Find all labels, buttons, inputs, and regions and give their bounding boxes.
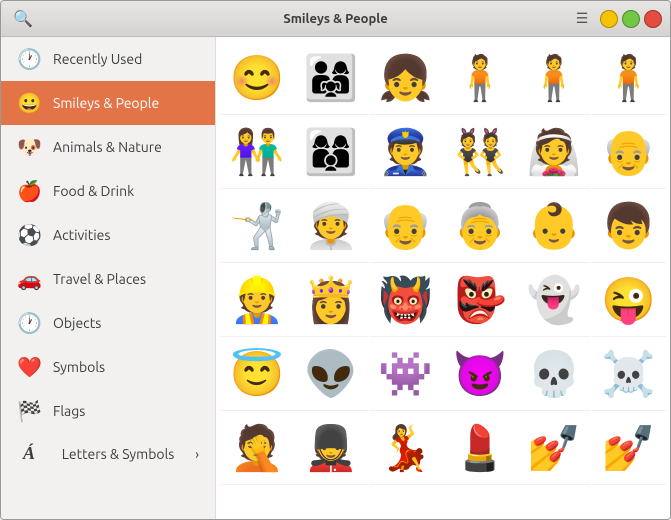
emoji-cell[interactable]: 💂 [294, 411, 368, 485]
food-icon: 🍎 [17, 179, 41, 203]
emoji-cell[interactable]: 😊 [220, 41, 294, 115]
titlebar-controls: ☰ [568, 5, 662, 33]
travel-icon: 🚗 [17, 267, 41, 291]
menu-button[interactable]: ☰ [568, 5, 596, 33]
sidebar-item-animals-nature[interactable]: 🐶 Animals & Nature [1, 125, 215, 169]
main-content: 🕐 Recently Used 😀 Smileys & People 🐶 Ani… [1, 37, 670, 519]
emoji-cell[interactable]: 🤦 [220, 411, 294, 485]
titlebar-left: 🔍 [9, 5, 37, 33]
emoji-cell[interactable]: 👻 [517, 263, 591, 337]
search-button[interactable]: 🔍 [9, 5, 37, 33]
close-button[interactable] [644, 10, 662, 28]
emoji-cell[interactable]: 🧍 [592, 41, 666, 115]
flags-icon: 🏁 [17, 399, 41, 423]
sidebar-item-smileys-people[interactable]: 😀 Smileys & People [1, 81, 215, 125]
emoji-cell[interactable]: 😈 [443, 337, 517, 411]
emoji-cell[interactable]: 😜 [592, 263, 666, 337]
emoji-cell[interactable]: 👴 [592, 115, 666, 189]
sidebar-label: Food & Drink [53, 183, 134, 199]
titlebar: 🔍 Smileys & People ☰ [1, 1, 670, 37]
emoji-cell[interactable]: 👨‍👩‍👧 [294, 41, 368, 115]
sidebar-item-symbols[interactable]: ❤️ Symbols [1, 345, 215, 389]
sidebar-label: Recently Used [53, 51, 142, 67]
animals-icon: 🐶 [17, 135, 41, 159]
emoji-cell[interactable]: 👦 [592, 189, 666, 263]
emoji-cell[interactable]: 👫 [220, 115, 294, 189]
maximize-button[interactable] [622, 10, 640, 28]
emoji-cell[interactable]: 👳 [294, 189, 368, 263]
emoji-cell[interactable]: ☠️ [592, 337, 666, 411]
emoji-cell[interactable]: 🧍 [517, 41, 591, 115]
sidebar-label: Symbols [53, 359, 105, 375]
sidebar-item-objects[interactable]: 🕐 Objects [1, 301, 215, 345]
emoji-cell[interactable]: 👮 [369, 115, 443, 189]
sidebar-item-activities[interactable]: ⚽ Activities [1, 213, 215, 257]
emoji-cell[interactable]: 👽 [294, 337, 368, 411]
emoji-cell[interactable]: 🤺 [220, 189, 294, 263]
emoji-cell[interactable]: 💀 [517, 337, 591, 411]
emoji-cell[interactable]: 😇 [220, 337, 294, 411]
emoji-cell[interactable]: 👴 [369, 189, 443, 263]
emoji-panel[interactable]: 😊 👨‍👩‍👧 👧 🧍 🧍 🧍 👫 👩‍👩‍👦 👮 👯 👰 👴 🤺 👳 👴 👵 [216, 37, 670, 519]
emoji-cell[interactable]: 👺 [443, 263, 517, 337]
letters-icon: Á [17, 443, 41, 464]
sidebar-label: Flags [53, 403, 85, 419]
emoji-cell[interactable]: 👧 [369, 41, 443, 115]
sidebar: 🕐 Recently Used 😀 Smileys & People 🐶 Ani… [1, 37, 216, 519]
emoji-cell[interactable]: 👸 [294, 263, 368, 337]
emoji-cell[interactable]: 👾 [369, 337, 443, 411]
minimize-button[interactable] [600, 10, 618, 28]
emoji-cell[interactable]: 💅 [592, 411, 666, 485]
sidebar-item-food-drink[interactable]: 🍎 Food & Drink [1, 169, 215, 213]
emoji-cell[interactable]: 👰 [517, 115, 591, 189]
emoji-cell[interactable]: 🧍 [443, 41, 517, 115]
emoji-cell[interactable]: 👵 [443, 189, 517, 263]
objects-icon: 🕐 [17, 311, 41, 335]
sidebar-label: Animals & Nature [53, 139, 162, 155]
emoji-cell[interactable]: 👹 [369, 263, 443, 337]
symbols-icon: ❤️ [17, 355, 41, 379]
sidebar-label: Smileys & People [53, 95, 159, 111]
recently-used-icon: 🕐 [17, 47, 41, 71]
sidebar-item-letters-symbols[interactable]: Á Letters & Symbols › [1, 433, 215, 474]
emoji-cell[interactable]: 👶 [517, 189, 591, 263]
sidebar-label: Travel & Places [53, 271, 146, 287]
app-window: 🔍 Smileys & People ☰ 🕐 Recently Used 😀 S… [0, 0, 671, 520]
emoji-cell[interactable]: 👷 [220, 263, 294, 337]
activities-icon: ⚽ [17, 223, 41, 247]
sidebar-item-recently-used[interactable]: 🕐 Recently Used [1, 37, 215, 81]
chevron-right-icon: › [195, 446, 199, 462]
sidebar-label: Activities [53, 227, 110, 243]
window-title: Smileys & People [283, 12, 387, 26]
sidebar-label: Objects [53, 315, 101, 331]
smileys-icon: 😀 [17, 91, 41, 115]
emoji-cell[interactable]: 💄 [443, 411, 517, 485]
emoji-cell[interactable]: 💃 [369, 411, 443, 485]
sidebar-label: Letters & Symbols [62, 446, 175, 462]
emoji-cell[interactable]: 💅 [517, 411, 591, 485]
emoji-cell[interactable]: 👯 [443, 115, 517, 189]
sidebar-item-flags[interactable]: 🏁 Flags [1, 389, 215, 433]
emoji-cell[interactable]: 👩‍👩‍👦 [294, 115, 368, 189]
sidebar-item-travel-places[interactable]: 🚗 Travel & Places [1, 257, 215, 301]
emoji-grid: 😊 👨‍👩‍👧 👧 🧍 🧍 🧍 👫 👩‍👩‍👦 👮 👯 👰 👴 🤺 👳 👴 👵 [220, 41, 666, 485]
